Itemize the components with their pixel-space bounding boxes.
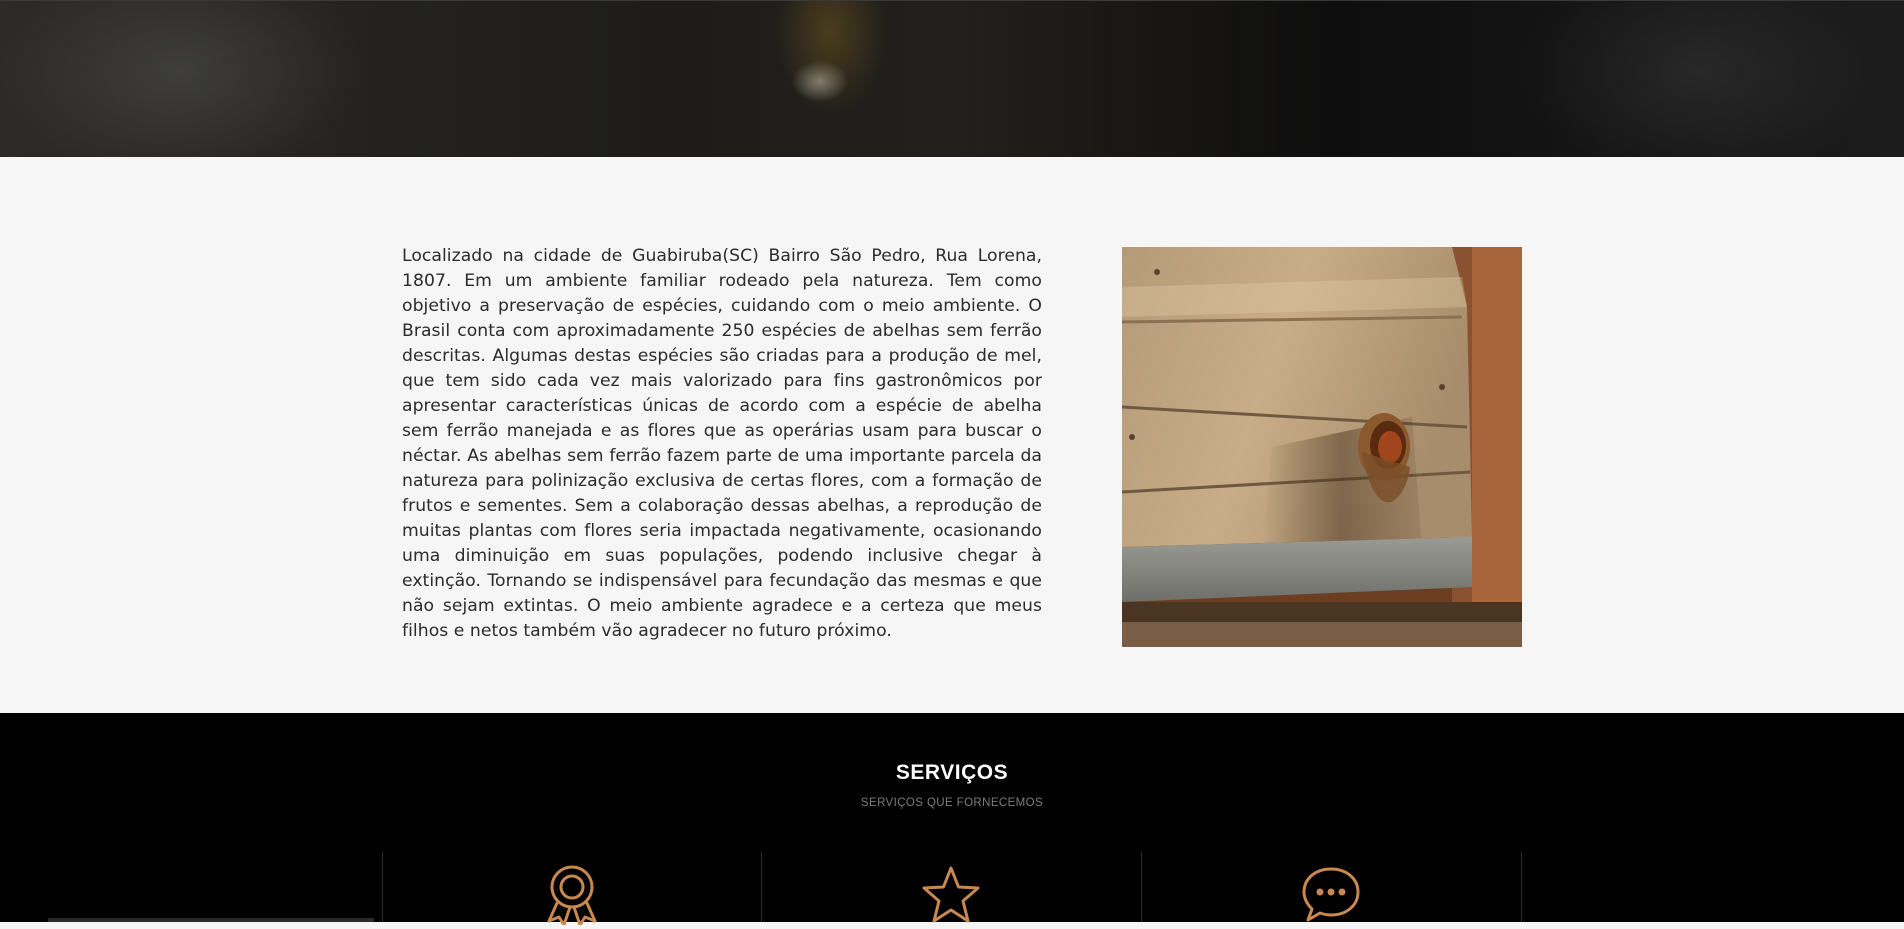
beehive-photo bbox=[1122, 247, 1522, 647]
scroll-indicator bbox=[48, 918, 374, 922]
award-ribbon-icon bbox=[543, 865, 601, 929]
star-icon bbox=[921, 865, 981, 929]
service-divider bbox=[1521, 851, 1522, 922]
services-title: SERVIÇOS bbox=[895, 761, 1009, 784]
about-section: Localizado na cidade de Guabiruba(SC) Ba… bbox=[0, 157, 1904, 713]
service-divider bbox=[761, 851, 762, 922]
services-section: SERVIÇOS SERVIÇOS QUE FORNECEMOS bbox=[0, 713, 1904, 927]
service-divider bbox=[1141, 851, 1142, 922]
about-description: Localizado na cidade de Guabiruba(SC) Ba… bbox=[402, 246, 1042, 641]
services-subtitle: SERVIÇOS QUE FORNECEMOS bbox=[860, 797, 1044, 809]
chat-bubble-icon bbox=[1301, 865, 1361, 929]
service-divider bbox=[382, 851, 383, 922]
hero-banner-image bbox=[0, 0, 1904, 158]
